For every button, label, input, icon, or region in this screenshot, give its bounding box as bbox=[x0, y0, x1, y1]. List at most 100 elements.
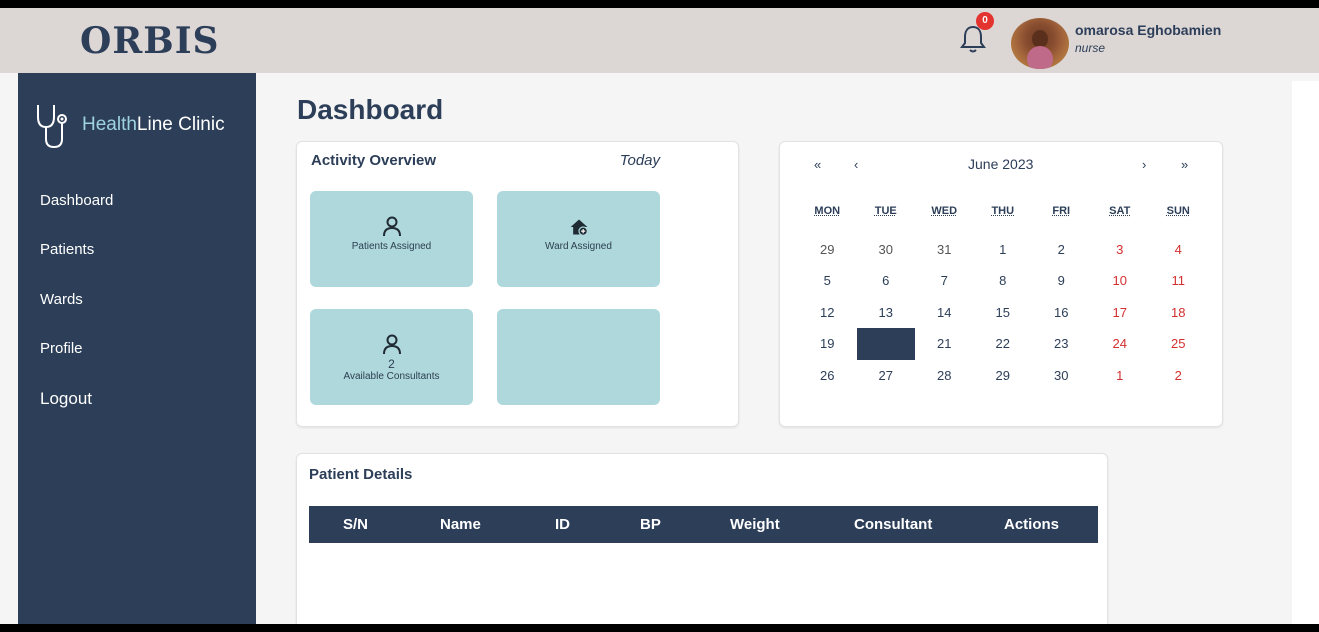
sidebar-item-dashboard[interactable]: Dashboard bbox=[40, 192, 113, 209]
calendar-day[interactable]: 19 bbox=[798, 328, 857, 360]
next-month-button[interactable]: › bbox=[1142, 157, 1146, 172]
calendar-day[interactable]: 25 bbox=[1149, 328, 1208, 360]
weekday-sat: SAT bbox=[1109, 204, 1131, 217]
sidebar: HealthLine Clinic Dashboard Patients War… bbox=[18, 73, 256, 624]
calendar-day[interactable]: 4 bbox=[1149, 234, 1208, 266]
calendar-day[interactable]: 2 bbox=[1149, 360, 1208, 392]
calendar-day[interactable]: 30 bbox=[1032, 360, 1091, 392]
ward-assigned-tile[interactable]: Ward Assigned bbox=[497, 191, 660, 287]
calendar-day[interactable]: 24 bbox=[1091, 328, 1150, 360]
stethoscope-icon bbox=[37, 105, 67, 149]
calendar-weekday-row: MON TUE WED THU FRI SAT SUN bbox=[798, 202, 1212, 234]
clinic-name: HealthLine Clinic bbox=[82, 114, 225, 136]
weekday-thu: THU bbox=[991, 204, 1015, 217]
column-header-sn[interactable]: S/N bbox=[343, 516, 368, 533]
next-year-button[interactable]: » bbox=[1181, 157, 1188, 172]
sidebar-item-patients[interactable]: Patients bbox=[40, 241, 94, 258]
clinic-logo[interactable]: HealthLine Clinic bbox=[34, 101, 225, 149]
calendar-day[interactable]: 14 bbox=[915, 297, 974, 329]
calendar-day[interactable]: 13 bbox=[857, 297, 916, 329]
weekday-tue: TUE bbox=[874, 204, 897, 217]
calendar-week-row: 19 20 21 22 23 24 25 bbox=[798, 328, 1212, 360]
person-icon bbox=[382, 334, 401, 355]
empty-tile[interactable] bbox=[497, 309, 660, 405]
weekday-sun: SUN bbox=[1166, 204, 1190, 217]
calendar-day[interactable]: 31 bbox=[915, 234, 974, 266]
column-header-weight[interactable]: Weight bbox=[730, 516, 780, 533]
patient-details-title: Patient Details bbox=[309, 466, 413, 483]
calendar-day[interactable]: 1 bbox=[1091, 360, 1150, 392]
calendar-day[interactable]: 12 bbox=[798, 297, 857, 329]
avatar[interactable] bbox=[1011, 18, 1069, 69]
weekday-mon: MON bbox=[814, 204, 841, 217]
patient-details-card: Patient Details S/N Name ID BP Weight Co… bbox=[296, 453, 1108, 624]
tile-value: 2 bbox=[388, 357, 395, 371]
page-title: Dashboard bbox=[297, 94, 444, 125]
calendar-day[interactable]: 11 bbox=[1149, 265, 1208, 297]
calendar-day[interactable]: 1 bbox=[974, 234, 1033, 266]
ward-icon bbox=[570, 219, 588, 236]
calendar-day[interactable]: 26 bbox=[798, 360, 857, 392]
user-role: nurse bbox=[1075, 41, 1106, 55]
weekday-wed: WED bbox=[931, 204, 958, 217]
tile-label: Patients Assigned bbox=[351, 241, 432, 252]
weekday-fri: FRI bbox=[1052, 204, 1071, 217]
calendar-grid: MON TUE WED THU FRI SAT SUN 29 30 31 1 2 3 4 5 6 7 8 9 10 1… bbox=[798, 202, 1212, 392]
calendar-day[interactable]: 29 bbox=[798, 234, 857, 266]
patients-assigned-tile[interactable]: Patients Assigned bbox=[310, 191, 473, 287]
sidebar-item-wards[interactable]: Wards bbox=[40, 291, 83, 308]
prev-month-button[interactable]: ‹ bbox=[854, 157, 858, 172]
calendar-day[interactable]: 21 bbox=[915, 328, 974, 360]
calendar-month-label[interactable]: June 2023 bbox=[968, 156, 1033, 172]
calendar-day[interactable]: 6 bbox=[857, 265, 916, 297]
brand-logo[interactable]: ORBIS bbox=[80, 20, 220, 62]
calendar-day[interactable]: 9 bbox=[1032, 265, 1091, 297]
scrollbar-track[interactable] bbox=[1292, 81, 1319, 624]
calendar-day[interactable]: 23 bbox=[1032, 328, 1091, 360]
column-header-id[interactable]: ID bbox=[555, 516, 570, 533]
tile-label: Available Consultants bbox=[343, 371, 440, 382]
calendar-week-row: 29 30 31 1 2 3 4 bbox=[798, 234, 1212, 266]
activity-period: Today bbox=[619, 152, 660, 169]
app-window: ORBIS 0 omarosa Eghobamien nurse HealthL… bbox=[0, 8, 1319, 624]
column-header-bp[interactable]: BP bbox=[640, 516, 661, 533]
activity-overview-card: Activity Overview Today Patients Assigne… bbox=[296, 141, 739, 427]
calendar-week-row: 5 6 7 8 9 10 11 bbox=[798, 265, 1212, 297]
calendar-day[interactable]: 27 bbox=[857, 360, 916, 392]
clinic-name-light: Health bbox=[82, 114, 137, 135]
sidebar-item-profile[interactable]: Profile bbox=[40, 340, 83, 357]
calendar-weeks: 29 30 31 1 2 3 4 5 6 7 8 9 10 11 12 13 14 15 16 17 18 19 20 21 2… bbox=[798, 234, 1212, 392]
tile-label: Ward Assigned bbox=[545, 241, 612, 252]
calendar-day[interactable]: 8 bbox=[974, 265, 1033, 297]
calendar-day[interactable]: 30 bbox=[857, 234, 916, 266]
clinic-name-bold: Line Clinic bbox=[136, 114, 225, 135]
prev-year-button[interactable]: « bbox=[814, 157, 821, 172]
column-header-consultant[interactable]: Consultant bbox=[854, 516, 932, 533]
calendar-week-row: 26 27 28 29 30 1 2 bbox=[798, 360, 1212, 392]
top-bar: ORBIS 0 omarosa Eghobamien nurse bbox=[0, 8, 1319, 73]
calendar-day[interactable]: 7 bbox=[915, 265, 974, 297]
calendar-day[interactable]: 29 bbox=[974, 360, 1033, 392]
calendar-day[interactable]: 28 bbox=[915, 360, 974, 392]
column-header-actions[interactable]: Actions bbox=[1004, 516, 1059, 533]
person-icon bbox=[382, 216, 401, 237]
available-consultants-tile[interactable]: 2 Available Consultants bbox=[310, 309, 473, 405]
calendar-day[interactable]: 15 bbox=[974, 297, 1033, 329]
activity-overview-title: Activity Overview bbox=[311, 152, 437, 169]
calendar-card: « ‹ June 2023 › » MON TUE WED THU FRI SAT SUN … bbox=[779, 141, 1223, 427]
calendar-week-row: 12 13 14 15 16 17 18 bbox=[798, 297, 1212, 329]
column-header-name[interactable]: Name bbox=[440, 516, 481, 533]
user-name: omarosa Eghobamien bbox=[1075, 22, 1222, 38]
calendar-day[interactable]: 20 bbox=[856, 328, 915, 360]
calendar-day[interactable]: 3 bbox=[1091, 234, 1150, 266]
notification-count-badge: 0 bbox=[976, 12, 994, 30]
calendar-day[interactable]: 16 bbox=[1032, 297, 1091, 329]
calendar-day[interactable]: 17 bbox=[1091, 297, 1150, 329]
calendar-day[interactable]: 22 bbox=[974, 328, 1033, 360]
patient-table-header: S/N Name ID BP Weight Consultant Actions bbox=[309, 506, 1098, 543]
sidebar-item-logout[interactable]: Logout bbox=[40, 389, 92, 409]
calendar-day[interactable]: 2 bbox=[1032, 234, 1091, 266]
calendar-day[interactable]: 18 bbox=[1149, 297, 1208, 329]
calendar-day[interactable]: 10 bbox=[1091, 265, 1150, 297]
calendar-day[interactable]: 5 bbox=[798, 265, 857, 297]
